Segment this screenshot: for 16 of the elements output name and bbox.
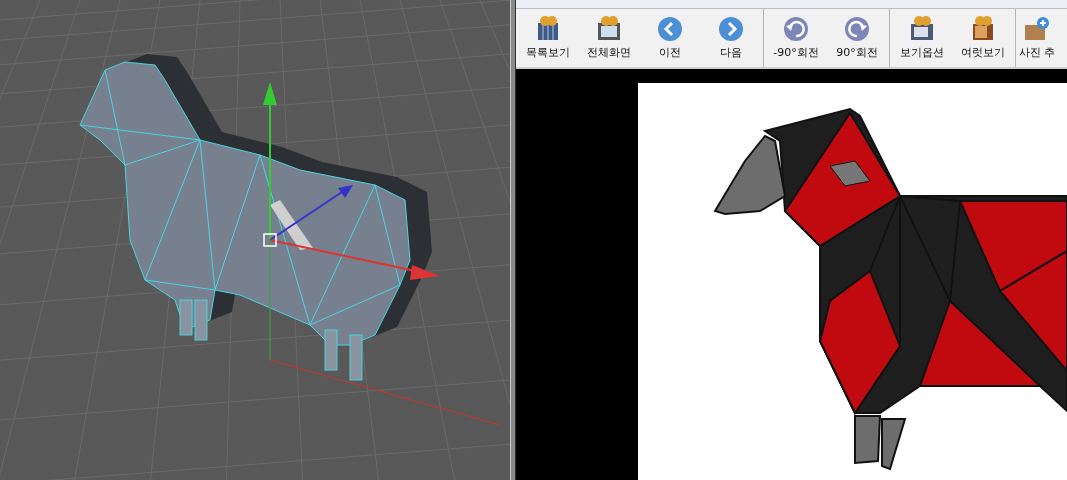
rotate-right-icon [844, 16, 870, 42]
toolbar-button[interactable]: -90°회전 [766, 9, 826, 67]
photos-icon [970, 16, 996, 42]
toolbar-button[interactable]: 90°회전 [827, 9, 887, 67]
toolbar-button[interactable]: 목록보기 [518, 9, 578, 67]
toolbar-button[interactable]: 다음 [701, 9, 761, 67]
screen-icon [596, 16, 622, 42]
toolbar-button[interactable]: 전체화면 [579, 9, 639, 67]
toolbar-button[interactable]: 이전 [640, 9, 700, 67]
monitor-icon [909, 16, 935, 42]
grid-icon [535, 16, 561, 42]
toolbar-button[interactable]: 사진 추 [1018, 9, 1057, 67]
rotate-left-icon [783, 16, 809, 42]
toolbar-button[interactable]: 여럿보기 [953, 9, 1013, 67]
toolbar-button[interactable]: 보기옵션 [892, 9, 952, 67]
box-icon [1024, 16, 1051, 42]
